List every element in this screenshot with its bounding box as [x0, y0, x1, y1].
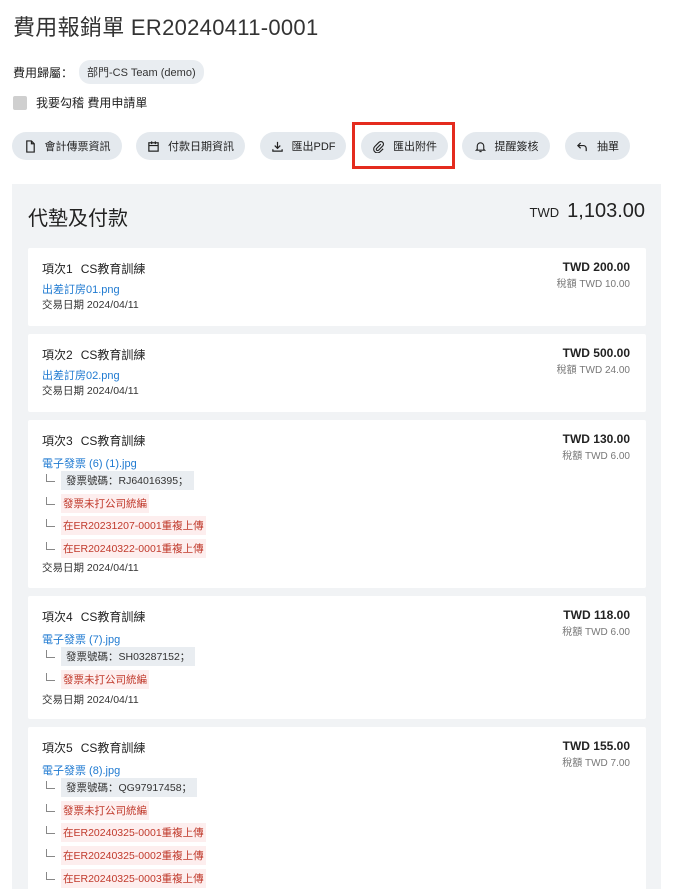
- item-header: 項次2 CS教育訓練: [42, 348, 146, 362]
- undo-arrow-icon: [577, 141, 587, 151]
- warning-row: 發票未打公司統編: [46, 801, 149, 820]
- link-request-checkbox[interactable]: [13, 95, 27, 110]
- warning-row: 在ER20240325-0002重複上傳: [46, 846, 206, 865]
- item-amount: TWD 130.00 稅額 TWD 6.00: [562, 432, 630, 462]
- attachment-link[interactable]: 電子發票 (6) (1).jpg: [42, 455, 137, 471]
- expense-item-card[interactable]: 項次4 CS教育訓練 TWD 118.00 稅額 TWD 6.00 電子發票 (7)…: [28, 596, 646, 719]
- transaction-date: 交易日期 2024/04/11: [42, 299, 139, 311]
- payment-date-button[interactable]: 付款日期資訊: [136, 132, 245, 160]
- attachment-link[interactable]: 電子發票 (8).jpg: [42, 762, 120, 778]
- export-pdf-button[interactable]: 匯出PDF: [260, 132, 346, 160]
- department-chip[interactable]: 部門-CS Team (demo): [79, 60, 204, 84]
- bell-icon: [474, 141, 486, 152]
- warning-row: 發票未打公司統編: [46, 494, 149, 513]
- withdraw-button[interactable]: 抽單: [565, 132, 630, 160]
- warning-row: 在ER20231207-0001重複上傳: [46, 516, 206, 535]
- item-header: 項次1 CS教育訓練: [42, 262, 146, 276]
- attachment-link[interactable]: 出差訂房01.png: [42, 281, 120, 297]
- link-request-label: 我要勾稽 費用申請單: [36, 96, 148, 110]
- total-currency: TWD: [529, 205, 560, 220]
- export-attachment-highlight: [352, 122, 455, 169]
- section-total: TWD 1,103.00: [530, 200, 645, 223]
- expense-belong: 費用歸屬： 部門-CS Team (demo): [13, 60, 204, 84]
- expense-item-card[interactable]: 項次3 CS教育訓練 TWD 130.00 稅額 TWD 6.00 電子發票 (6)…: [28, 420, 646, 588]
- transaction-date: 交易日期 2024/04/11: [42, 562, 139, 574]
- warning-row: 發票未打公司統編: [46, 670, 149, 689]
- item-amount: TWD 118.00 稅額 TWD 6.00: [562, 608, 630, 638]
- attachment-link[interactable]: 電子發票 (7).jpg: [42, 631, 120, 647]
- remind-sign-button[interactable]: 提醒簽核: [462, 132, 550, 160]
- section-title: 代墊及付款: [28, 208, 128, 230]
- download-icon: [271, 141, 283, 152]
- invoice-number-row: 發票號碼：QG97917458；: [46, 778, 198, 797]
- transaction-date: 交易日期 2024/04/11: [42, 694, 139, 706]
- link-request-checkbox-row[interactable]: 我要勾稽 費用申請單: [13, 94, 147, 111]
- invoice-number-row: 發票號碼：RJ64016395；: [46, 471, 194, 490]
- warning-row: 在ER20240322-0001重複上傳: [46, 539, 206, 558]
- expense-item-card[interactable]: 項次1 CS教育訓練 TWD 200.00 稅額 TWD 10.00 出差訂房01.…: [28, 248, 646, 326]
- item-header: 項次3 CS教育訓練: [42, 434, 146, 448]
- transaction-date: 交易日期 2024/04/11: [42, 385, 139, 397]
- expense-belong-label: 費用歸屬：: [13, 65, 74, 80]
- item-amount: TWD 155.00 稅額 TWD 7.00: [562, 739, 630, 769]
- expense-item-card[interactable]: 項次2 CS教育訓練 TWD 500.00 稅額 TWD 24.00 出差訂房02.…: [28, 334, 646, 412]
- document-icon: [25, 139, 35, 153]
- warning-row: 在ER20240325-0001重複上傳: [46, 823, 206, 842]
- action-toolbar: 會計傳票資訊 付款日期資訊 匯出PDF 匯出附件 提醒簽核 抽單: [12, 132, 672, 160]
- attachment-link[interactable]: 出差訂房02.png: [42, 367, 120, 383]
- invoice-number-row: 發票號碼：SH03287152；: [46, 647, 196, 666]
- item-amount: TWD 200.00 稅額 TWD 10.00: [556, 260, 630, 290]
- calendar-icon: [148, 140, 159, 152]
- expense-item-card[interactable]: 項次5 CS教育訓練 TWD 155.00 稅額 TWD 7.00 電子發票 (8)…: [28, 727, 646, 889]
- item-amount: TWD 500.00 稅額 TWD 24.00: [556, 346, 630, 376]
- advance-payment-panel: 代墊及付款 TWD 1,103.00 項次1 CS教育訓練 TWD 200.00 稅…: [12, 184, 661, 889]
- page-title: 費用報銷單 ER20240411-0001: [13, 15, 319, 40]
- item-header: 項次4 CS教育訓練: [42, 610, 146, 624]
- total-amount: 1,103.00: [567, 200, 645, 222]
- accounting-voucher-button[interactable]: 會計傳票資訊: [12, 132, 122, 160]
- item-header: 項次5 CS教育訓練: [42, 741, 146, 755]
- warning-row: 在ER20240325-0003重複上傳: [46, 869, 206, 888]
